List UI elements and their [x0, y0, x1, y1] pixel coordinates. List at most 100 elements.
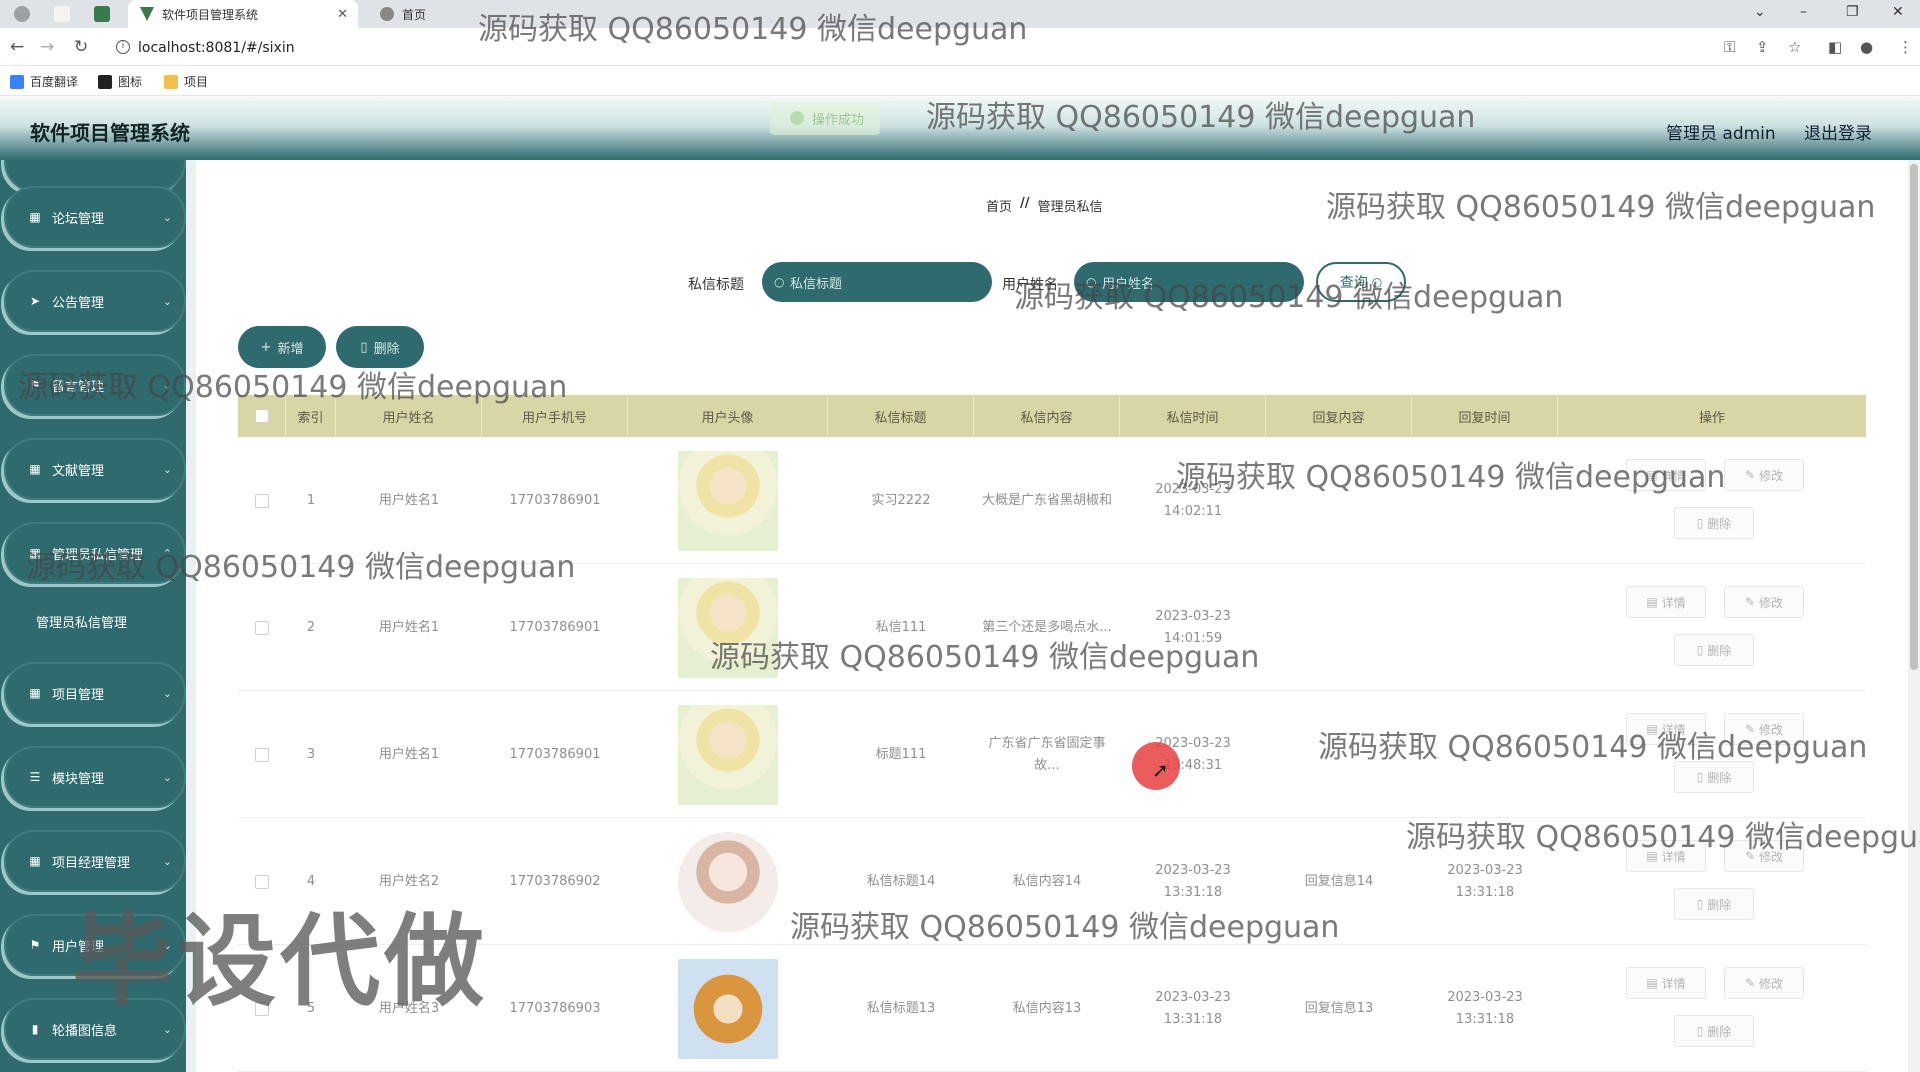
sidebar-item-module[interactable]: ☰ 模块管理 ⌄: [4, 746, 186, 808]
check-icon: [790, 111, 804, 125]
query-button[interactable]: 查询 ○: [1316, 262, 1406, 302]
page-scrollbar[interactable]: [1908, 160, 1920, 1072]
bookmark-project[interactable]: 项目: [164, 73, 208, 90]
th-avatar: 用户头像: [628, 395, 828, 437]
sidebar-item-forum[interactable]: ▦ 论坛管理 ⌄: [4, 186, 186, 248]
search-icon: ○: [774, 275, 785, 289]
pencil-icon: ✎: [1744, 976, 1756, 990]
sidebar-item-label: 管理员私信管理: [52, 547, 144, 563]
vue-icon: [140, 7, 154, 21]
share-icon[interactable]: ⇪: [1756, 38, 1769, 56]
table-header: 索引 用户姓名 用户手机号 用户头像 私信标题 私信内容 私信时间 回复内容 回…: [238, 395, 1866, 437]
tab-list-chevron-icon[interactable]: ⌄: [1754, 4, 1766, 20]
pencil-icon: ✎: [1744, 849, 1756, 863]
sidebar-item-message[interactable]: ⚑ 留言管理 ⌄: [4, 354, 186, 416]
tab-close-icon[interactable]: ✕: [337, 7, 348, 22]
bookmark-icons[interactable]: 图标: [98, 73, 142, 90]
logout-link[interactable]: 退出登录: [1804, 119, 1872, 144]
edit-button[interactable]: ✎ 修改: [1724, 840, 1804, 872]
cell-content: 私信内容14: [1012, 873, 1082, 889]
row-checkbox[interactable]: [255, 493, 269, 508]
url-field[interactable]: i localhost:8081/#/sixin: [112, 35, 1712, 61]
select-all-checkbox[interactable]: [254, 409, 269, 423]
edit-label: 修改: [1759, 849, 1784, 864]
add-button[interactable]: + 新增: [238, 326, 326, 368]
edit-button[interactable]: ✎ 修改: [1724, 459, 1804, 491]
sidebar-item-admin-pm[interactable]: ▦ 管理员私信管理 ⌃: [4, 522, 186, 584]
detail-button[interactable]: ▤ 详情: [1626, 967, 1706, 999]
restore-icon[interactable]: ❐: [1846, 4, 1859, 20]
title-search-input[interactable]: ○ 私信标题: [762, 262, 992, 302]
delete-button[interactable]: ▯ 删除: [1674, 507, 1754, 539]
delete-button[interactable]: ▯ 删除: [1674, 634, 1754, 666]
sidebar-item-literature[interactable]: ▦ 文献管理 ⌄: [4, 438, 186, 500]
detail-button[interactable]: ▤ 详情: [1626, 459, 1706, 491]
row-checkbox[interactable]: [255, 747, 269, 762]
app-header: 软件项目管理系统 操作成功 管理员 admin 退出登录: [0, 97, 1920, 160]
table-row: 1 用户姓名1 17703786901 实习2222 大概是广东省黑胡椒和 20…: [238, 437, 1866, 564]
menu-dots-icon[interactable]: ⋮: [1898, 38, 1913, 56]
name-search-input[interactable]: ○ 用户姓名: [1074, 262, 1304, 302]
tab-favicon-vue-icon[interactable]: [94, 6, 110, 22]
chevron-down-icon: ⌄: [162, 686, 172, 700]
bookmark-translate[interactable]: 百度翻译: [10, 73, 78, 90]
edit-button[interactable]: ✎ 修改: [1724, 586, 1804, 618]
row-select-cell: [238, 691, 286, 818]
tab-favicon-globe-icon[interactable]: [14, 6, 30, 22]
sidebar-item-notice[interactable]: ➤ 公告管理 ⌄: [4, 270, 186, 332]
detail-label: 详情: [1661, 976, 1686, 991]
scrollbar-thumb[interactable]: [1910, 164, 1918, 670]
cell-reply-time: 2023-03-23 13:31:18: [1447, 862, 1523, 900]
sidebar-item-project[interactable]: ▦ 项目管理 ⌄: [4, 662, 186, 724]
th-reply-time: 回复时间: [1412, 395, 1558, 437]
sidepanel-icon[interactable]: ◧: [1828, 38, 1842, 56]
tab-favicon-blank-icon[interactable]: [54, 6, 70, 22]
cell-content: 第三个还是多喝点水...: [982, 619, 1112, 635]
star-icon[interactable]: ☆: [1788, 38, 1801, 56]
add-button-label: 新增: [277, 341, 304, 357]
detail-button[interactable]: ▤ 详情: [1626, 713, 1706, 745]
tab-active[interactable]: 软件项目管理系统 ✕: [128, 0, 358, 28]
cell-time: 2023-03-23 13:31:18: [1155, 989, 1231, 1027]
bookmark-label: 百度翻译: [30, 75, 79, 89]
sidebar-item-label: 模块管理: [52, 771, 105, 787]
avatar: [678, 450, 778, 551]
edit-button[interactable]: ✎ 修改: [1724, 713, 1804, 745]
site-info-icon[interactable]: i: [116, 40, 130, 54]
cell-reply-time: [1412, 691, 1558, 818]
detail-button[interactable]: ▤ 详情: [1626, 840, 1706, 872]
delete-button[interactable]: ▯ 删除: [1674, 888, 1754, 920]
back-arrow-icon[interactable]: ←: [10, 37, 24, 57]
image-icon: [98, 74, 112, 89]
sidebar-subitem-admin-pm[interactable]: 管理员私信管理: [6, 596, 186, 646]
cell-content: 私信内容13: [1012, 1000, 1082, 1016]
delete-button[interactable]: ▯ 删除: [1674, 1015, 1754, 1047]
cell-time: 2023-03-23 14:01:59: [1155, 608, 1231, 646]
breadcrumb-separator: //: [1020, 196, 1030, 211]
batch-delete-button[interactable]: ▯ 删除: [336, 326, 424, 368]
name-search-placeholder: 用户姓名: [1102, 276, 1155, 292]
cell-reply: [1266, 691, 1412, 818]
tab-home[interactable]: 首页: [370, 0, 590, 28]
toast-text: 操作成功: [812, 112, 865, 128]
window-close-icon[interactable]: ✕: [1892, 4, 1904, 20]
minimize-icon[interactable]: –: [1800, 4, 1807, 20]
reload-icon[interactable]: ↻: [74, 37, 88, 57]
table-row: 3 用户姓名1 17703786901 标题111 广东省广东省固定事故... …: [238, 691, 1866, 818]
trash-icon: ▯: [360, 339, 368, 355]
detail-button[interactable]: ▤ 详情: [1626, 586, 1706, 618]
row-checkbox[interactable]: [255, 620, 269, 635]
edit-button[interactable]: ✎ 修改: [1724, 967, 1804, 999]
cell-index: 2: [306, 619, 316, 635]
forward-arrow-icon[interactable]: →: [40, 37, 54, 57]
breadcrumb-home[interactable]: 首页: [986, 196, 1012, 215]
cell-name: 用户姓名1: [378, 619, 440, 635]
key-icon[interactable]: ⚿: [1724, 38, 1735, 56]
cell-time: 2023-03-23 14:02:11: [1155, 481, 1231, 519]
query-button-label: 查询: [1339, 275, 1368, 291]
url-text: localhost:8081/#/sixin: [138, 40, 295, 56]
delete-button[interactable]: ▯ 删除: [1674, 761, 1754, 793]
cell-reply: 回复信息14: [1304, 873, 1374, 889]
profile-icon[interactable]: ●: [1860, 38, 1873, 56]
bookmark-label: 项目: [184, 75, 209, 89]
